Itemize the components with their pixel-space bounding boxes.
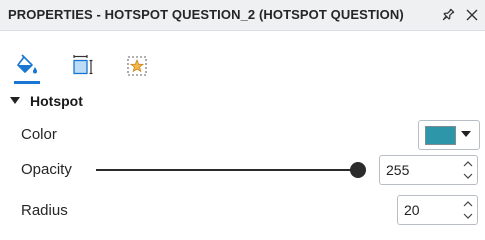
radius-number-input[interactable]: 20 bbox=[397, 195, 478, 225]
spin-up-icon[interactable] bbox=[461, 198, 475, 210]
section-title: Hotspot bbox=[30, 93, 83, 109]
properties-panel: PROPERTIES - HOTSPOT QUESTION_2 (HOTSPOT… bbox=[0, 0, 485, 233]
color-label: Color bbox=[21, 126, 57, 143]
radius-value: 20 bbox=[404, 202, 420, 218]
color-swatch bbox=[425, 126, 456, 145]
star-effect-icon bbox=[127, 56, 147, 76]
spin-up-icon[interactable] bbox=[461, 158, 475, 170]
chevron-down-icon bbox=[461, 131, 471, 137]
slider-thumb[interactable] bbox=[350, 162, 366, 178]
caret-down-icon bbox=[10, 97, 20, 104]
paint-bucket-icon bbox=[17, 54, 37, 74]
panel-title-bar: PROPERTIES - HOTSPOT QUESTION_2 (HOTSPOT… bbox=[0, 0, 485, 31]
opacity-value: 255 bbox=[386, 162, 410, 178]
spin-down-icon[interactable] bbox=[461, 170, 475, 182]
spin-down-icon[interactable] bbox=[461, 210, 475, 222]
color-picker[interactable] bbox=[418, 120, 480, 150]
opacity-number-input[interactable]: 255 bbox=[379, 155, 478, 185]
opacity-slider[interactable] bbox=[96, 161, 366, 179]
tab-effects[interactable] bbox=[120, 50, 154, 84]
size-position-icon bbox=[73, 55, 93, 75]
pin-icon[interactable] bbox=[440, 7, 456, 23]
active-tab-indicator bbox=[14, 81, 40, 84]
slider-track bbox=[96, 169, 358, 171]
properties-tabs bbox=[0, 30, 485, 88]
tab-fill[interactable] bbox=[10, 50, 44, 84]
radius-label: Radius bbox=[21, 202, 68, 219]
tab-size-position[interactable] bbox=[65, 50, 99, 84]
opacity-label: Opacity bbox=[21, 161, 72, 178]
close-icon[interactable] bbox=[464, 7, 480, 23]
panel-title: PROPERTIES - HOTSPOT QUESTION_2 (HOTSPOT… bbox=[8, 7, 404, 22]
